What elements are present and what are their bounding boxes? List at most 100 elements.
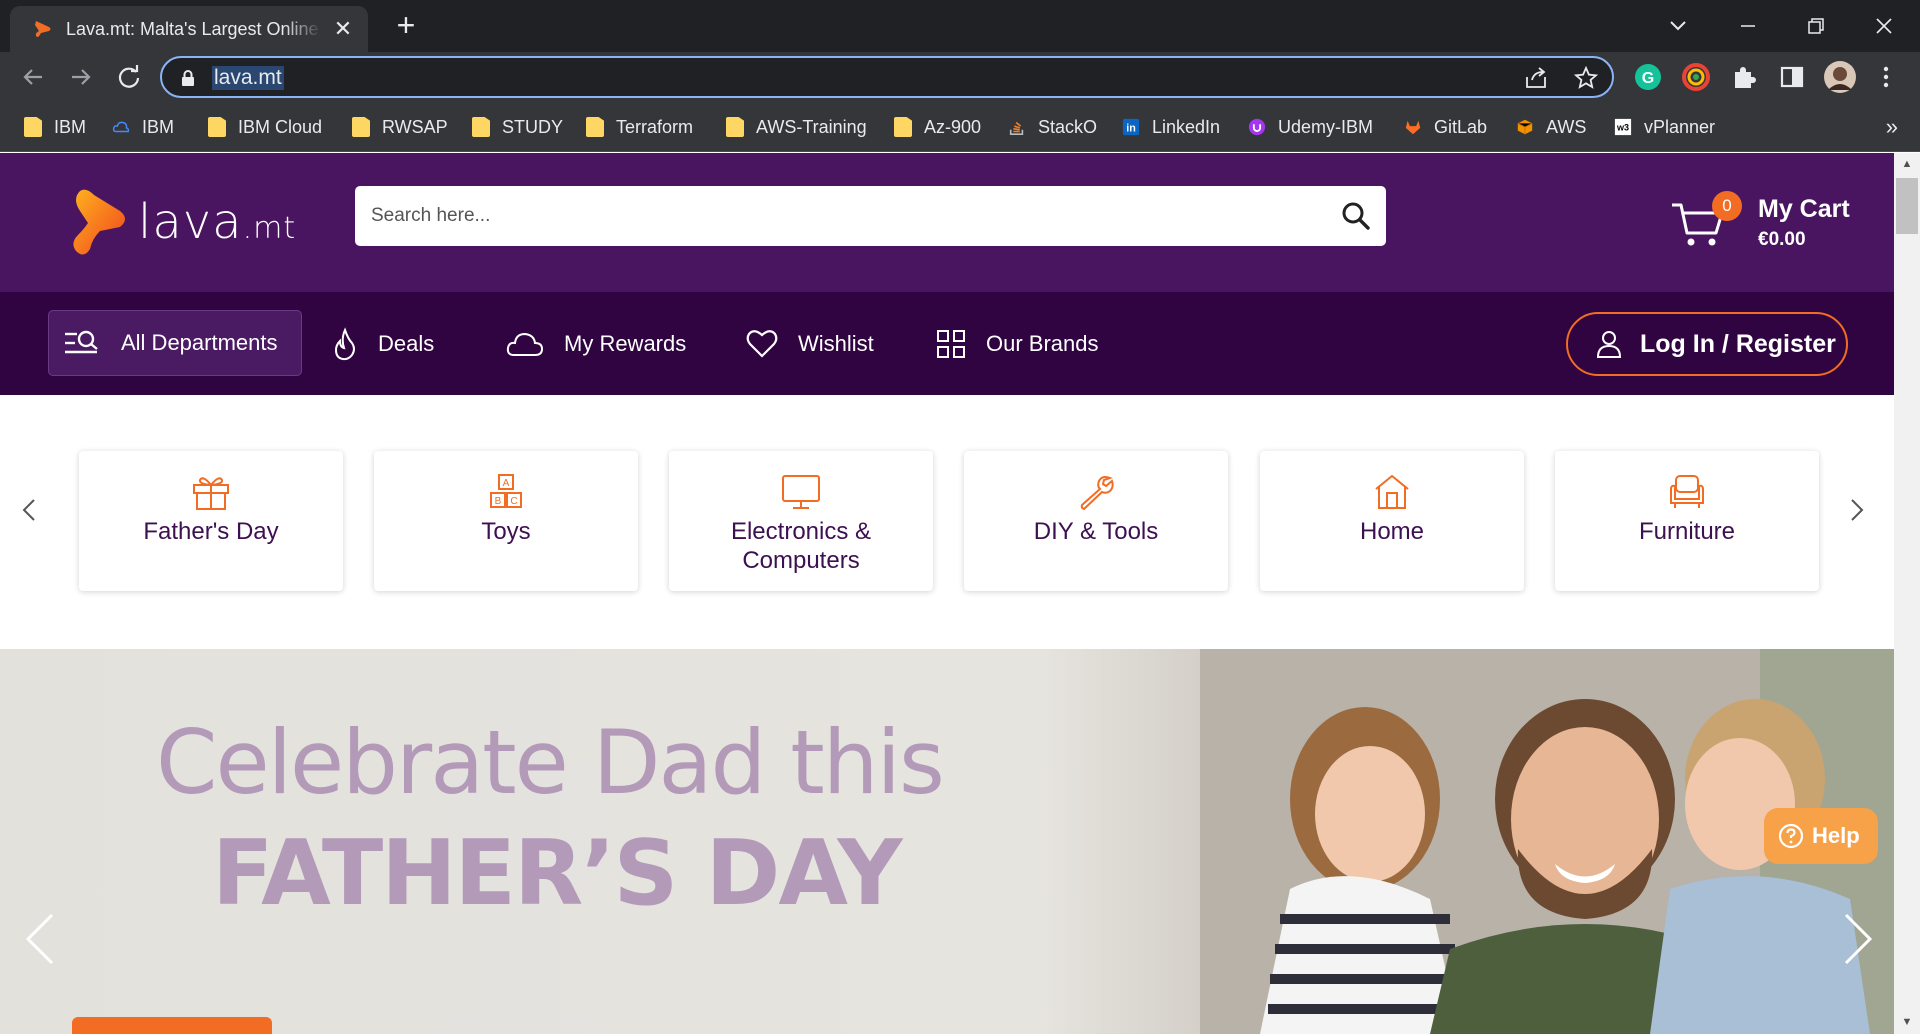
scroll-up-arrow-icon[interactable]: ▲	[1899, 158, 1915, 170]
nav-my-rewards[interactable]: My Rewards	[506, 292, 686, 395]
logo-wordmark: lava	[138, 194, 243, 250]
grid-icon	[937, 329, 965, 358]
heart-icon	[746, 329, 778, 358]
main-navbar: All Departments Deals My Rewards Wishlis…	[0, 292, 1894, 395]
tab-close-icon[interactable]: ✕	[332, 16, 354, 42]
category-card-toys[interactable]: ABC Toys	[374, 451, 638, 591]
cart-button[interactable]: 0 My Cart €0.00	[1670, 191, 1870, 255]
bookmark-item[interactable]: IBM Cloud	[208, 114, 322, 140]
search-icon[interactable]	[1340, 200, 1372, 232]
help-button[interactable]: Help	[1764, 808, 1878, 864]
scroll-down-arrow-icon[interactable]: ▼	[1899, 1016, 1915, 1028]
login-register-button[interactable]: Log In / Register	[1566, 312, 1848, 376]
bookmark-item[interactable]: RWSAP	[352, 114, 448, 140]
lava-favicon-icon	[35, 21, 51, 37]
nav-our-brands[interactable]: Our Brands	[936, 292, 1099, 395]
svg-text:A: A	[503, 478, 510, 489]
back-arrow-icon[interactable]	[16, 60, 50, 94]
nav-wishlist[interactable]: Wishlist	[746, 292, 874, 395]
bookmark-item[interactable]: AWS	[1516, 114, 1586, 140]
folder-icon	[586, 117, 604, 137]
category-label: Furniture	[1638, 518, 1736, 545]
bookmark-item[interactable]: StackO	[1008, 114, 1097, 140]
chevron-left-icon[interactable]	[14, 495, 44, 525]
bookmark-item[interactable]: IBM	[112, 114, 174, 140]
category-label: Toys	[481, 518, 531, 545]
reload-icon[interactable]	[112, 60, 146, 94]
banner-next-arrow-icon[interactable]	[1838, 909, 1878, 969]
cart-title: My Cart	[1758, 195, 1850, 223]
my-rewards-label: My Rewards	[564, 330, 687, 356]
folder-icon	[352, 117, 370, 137]
bookmark-item[interactable]: GitLab	[1404, 114, 1487, 140]
share-icon[interactable]	[1524, 67, 1550, 89]
bookmark-item[interactable]: Terraform	[586, 114, 693, 140]
udemy-icon	[1248, 118, 1266, 136]
scrollbar-thumb[interactable]	[1896, 178, 1918, 234]
grammarly-icon[interactable]: G	[1634, 63, 1662, 91]
category-card-home[interactable]: Home	[1260, 451, 1524, 591]
browser-tabstrip: Lava.mt: Malta's Largest Online Marketpl…	[0, 0, 1920, 52]
wishlist-label: Wishlist	[798, 330, 874, 356]
all-departments-button[interactable]: All Departments	[48, 310, 302, 376]
bookmark-star-icon[interactable]	[1574, 66, 1598, 90]
armchair-icon	[1670, 475, 1704, 508]
category-label: DIY & Tools	[1033, 518, 1159, 545]
ibm-cloud-icon	[112, 121, 130, 133]
banner-shop-now-button[interactable]	[72, 1017, 272, 1034]
hero-banner[interactable]: Celebrate Dad this FATHER’S DAY	[0, 649, 1894, 1034]
search-input[interactable]	[355, 186, 1315, 246]
close-window-icon[interactable]	[1864, 6, 1904, 46]
forward-arrow-icon[interactable]	[64, 60, 98, 94]
help-label: Help	[1812, 823, 1860, 848]
color-picker-extension-icon[interactable]	[1682, 63, 1710, 91]
new-tab-button[interactable]: +	[388, 8, 424, 44]
address-bar[interactable]: lava.mt	[160, 56, 1614, 98]
logo-domain-suffix: .mt	[242, 211, 297, 246]
all-departments-label: All Departments	[121, 330, 278, 355]
category-card-diy-tools[interactable]: DIY & Tools	[964, 451, 1228, 591]
category-label: Father's Day	[143, 518, 279, 545]
bookmark-item[interactable]: Az-900	[894, 114, 981, 140]
category-card-fathers-day[interactable]: Father's Day	[79, 451, 343, 591]
minimize-icon[interactable]	[1728, 6, 1768, 46]
folder-icon	[894, 117, 912, 137]
svg-text:C: C	[510, 496, 517, 507]
category-card-furniture[interactable]: Furniture	[1555, 451, 1819, 591]
bookmark-item[interactable]: STUDY	[472, 114, 563, 140]
side-panel-icon[interactable]	[1778, 63, 1806, 91]
svg-text:w3: w3	[1616, 123, 1629, 133]
chevron-right-icon[interactable]	[1842, 495, 1872, 525]
bookmark-item[interactable]: Udemy-IBM	[1248, 114, 1373, 140]
deals-label: Deals	[378, 330, 435, 356]
restore-icon[interactable]	[1796, 6, 1836, 46]
cart-count-badge: 0	[1712, 191, 1742, 221]
banner-prev-arrow-icon[interactable]	[20, 909, 60, 969]
bookmark-item[interactable]: IBM	[24, 114, 86, 140]
bookmark-item[interactable]: in LinkedIn	[1122, 114, 1220, 140]
category-label: Electronics & Computers	[730, 518, 872, 574]
banner-headline: Celebrate Dad this	[156, 711, 945, 814]
lock-icon[interactable]	[180, 69, 196, 87]
chrome-menu-icon[interactable]	[1872, 63, 1900, 91]
category-card-electronics[interactable]: Electronics & Computers	[669, 451, 933, 591]
page-scrollbar[interactable]	[1894, 153, 1920, 1034]
aws-icon	[1517, 119, 1533, 135]
profile-avatar[interactable]	[1823, 60, 1857, 94]
bookmark-item[interactable]: w3 vPlanner	[1614, 114, 1715, 140]
extensions-puzzle-icon[interactable]	[1730, 63, 1758, 91]
folder-icon	[472, 117, 490, 137]
menu-search-icon	[65, 330, 98, 354]
tab-title: Lava.mt: Malta's Largest Online Marketpl…	[66, 18, 322, 39]
svg-text:in: in	[1126, 123, 1136, 135]
folder-icon	[208, 117, 226, 137]
svg-text:B: B	[495, 496, 502, 507]
user-icon	[1596, 331, 1622, 358]
bookmark-item[interactable]: AWS-Training	[726, 114, 867, 140]
nav-deals[interactable]: Deals	[332, 292, 434, 395]
browser-tab-active[interactable]: Lava.mt: Malta's Largest Online Marketpl…	[10, 6, 368, 52]
address-url[interactable]: lava.mt	[212, 66, 284, 90]
lava-logo[interactable]: lava.mt	[68, 187, 296, 257]
bookmarks-overflow-icon[interactable]: »	[1886, 114, 1898, 140]
tab-search-icon[interactable]	[1658, 6, 1698, 46]
